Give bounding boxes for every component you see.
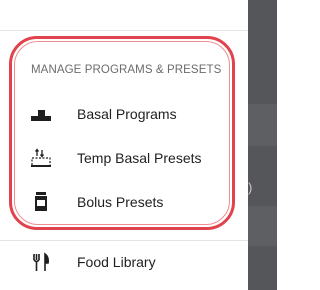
menu-item-label: Basal Programs [77,106,177,122]
navigation-drawer: MANAGE PROGRAMS & PRESETS Basal Programs… [0,0,248,290]
temp-basal-icon [31,148,51,168]
menu-item-label: Food Library [77,254,156,270]
divider [0,240,248,241]
bolus-icon [31,192,51,212]
background-scrim[interactable]: ) [248,0,277,290]
menu-item-bolus-presets[interactable]: Bolus Presets [0,184,248,220]
menu-item-temp-basal-presets[interactable]: Temp Basal Presets [0,140,248,176]
divider [0,30,248,31]
menu-item-label: Temp Basal Presets [77,150,202,166]
basal-program-icon [31,104,51,124]
background-row [248,206,277,246]
menu-item-basal-programs[interactable]: Basal Programs [0,96,248,132]
fork-knife-icon [31,252,51,272]
menu-item-label: Bolus Presets [77,194,164,210]
menu-item-food-library[interactable]: Food Library [0,244,248,280]
background-partial-text: ) [248,180,253,195]
background-row [248,104,277,146]
section-header: MANAGE PROGRAMS & PRESETS [31,64,222,76]
